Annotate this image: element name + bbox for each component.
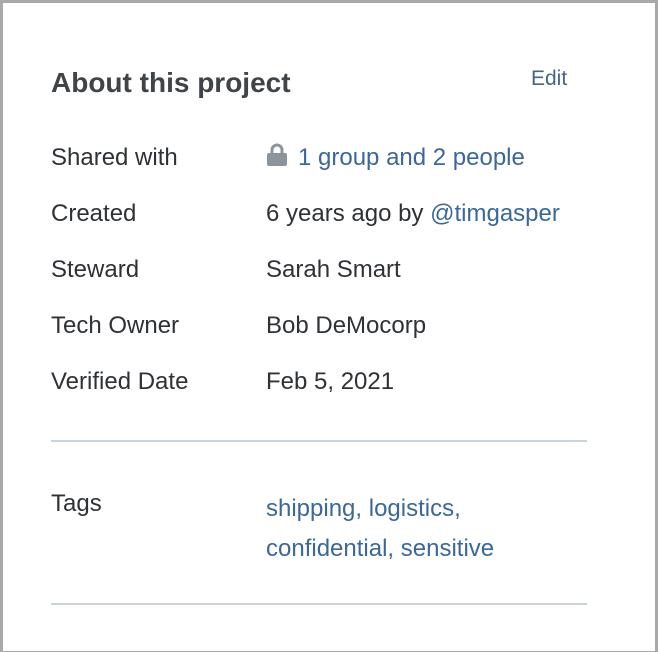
divider: [51, 603, 587, 605]
shared-with-link[interactable]: 1 group and 2 people: [266, 143, 525, 173]
verified-date-value: Feb 5, 2021: [266, 368, 395, 395]
created-label: Created: [51, 200, 137, 227]
about-project-panel: About this project Edit Shared with 1 gr…: [0, 0, 658, 652]
tag-sensitive[interactable]: sensitive: [401, 535, 494, 562]
tags-list: shipping, logistics, confidential, sensi…: [266, 489, 566, 569]
divider: [51, 440, 587, 442]
created-time: 6 years ago by: [266, 200, 431, 227]
steward-label: Steward: [51, 256, 140, 283]
edit-link[interactable]: Edit: [531, 65, 567, 93]
tags-label: Tags: [51, 490, 102, 517]
tech-owner-value: Bob DeMocorp: [266, 312, 427, 339]
created-value: 6 years ago by @timgasper: [266, 199, 560, 229]
lock-icon: [267, 143, 287, 166]
tag-confidential[interactable]: confidential,: [266, 535, 394, 562]
shared-with-label: Shared with: [51, 144, 178, 171]
tag-logistics[interactable]: logistics,: [369, 495, 461, 522]
shared-with-value: 1 group and 2 people: [298, 144, 525, 171]
tech-owner-label: Tech Owner: [51, 312, 180, 339]
panel-title: About this project: [51, 67, 291, 98]
tag-shipping[interactable]: shipping,: [266, 495, 362, 522]
verified-date-label: Verified Date: [51, 368, 189, 395]
creator-user-link[interactable]: @timgasper: [430, 200, 560, 227]
steward-value: Sarah Smart: [266, 256, 401, 283]
